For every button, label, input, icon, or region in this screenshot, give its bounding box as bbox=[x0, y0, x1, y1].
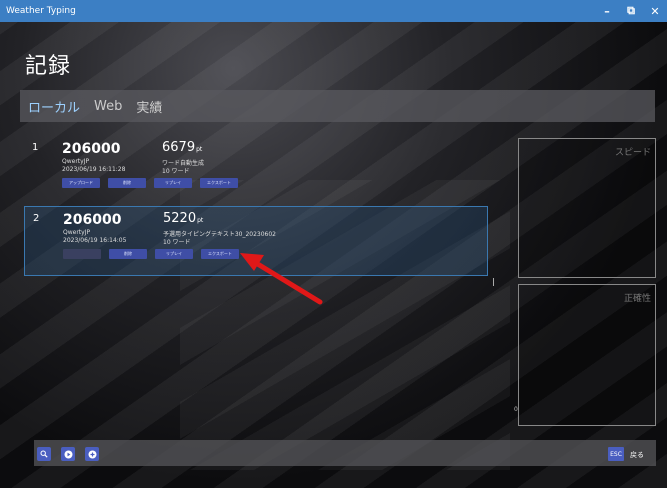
red-arrow-annotation bbox=[240, 253, 323, 305]
